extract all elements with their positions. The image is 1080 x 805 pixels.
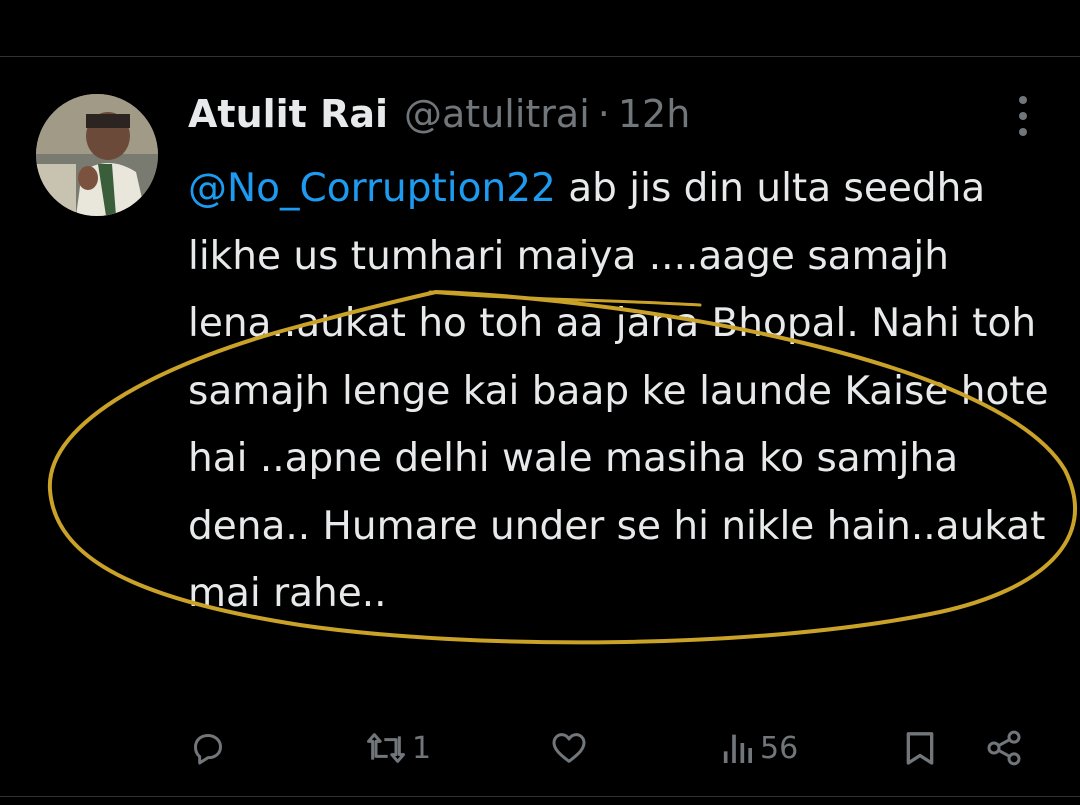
- bookmark-button[interactable]: [900, 720, 940, 776]
- retweet-button[interactable]: 1: [364, 720, 431, 776]
- reply-button[interactable]: [188, 720, 228, 776]
- retweet-count: 1: [412, 730, 432, 766]
- tweet-actions: 1 56: [0, 720, 1080, 776]
- avatar[interactable]: [36, 94, 158, 216]
- top-divider: [0, 56, 1080, 57]
- more-options-icon[interactable]: [1008, 96, 1038, 136]
- tweet-body: ab jis din ulta seedha likhe us tumhari …: [188, 166, 1049, 616]
- author-name[interactable]: Atulit Rai: [188, 92, 388, 136]
- views-icon: [723, 734, 752, 763]
- retweet-icon: [367, 733, 405, 763]
- reply-icon: [194, 734, 222, 765]
- tweet-text: @No_Corruption22 ab jis din ulta seedha …: [188, 155, 1058, 628]
- share-icon: [987, 730, 1021, 766]
- author-handle[interactable]: @atulitrai: [404, 92, 590, 136]
- tweet-time[interactable]: 12h: [618, 92, 690, 136]
- bookmark-icon: [906, 732, 934, 765]
- heart-icon: [552, 733, 586, 763]
- mention-link[interactable]: @No_Corruption22: [188, 166, 556, 211]
- share-button[interactable]: [982, 720, 1026, 776]
- separator-dot: ·: [597, 92, 610, 136]
- bottom-divider: [0, 796, 1080, 797]
- views-count: 56: [760, 730, 799, 766]
- tweet-header: Atulit Rai @atulitrai · 12h: [188, 92, 690, 140]
- like-button[interactable]: [549, 720, 589, 776]
- views-button[interactable]: 56: [720, 720, 798, 776]
